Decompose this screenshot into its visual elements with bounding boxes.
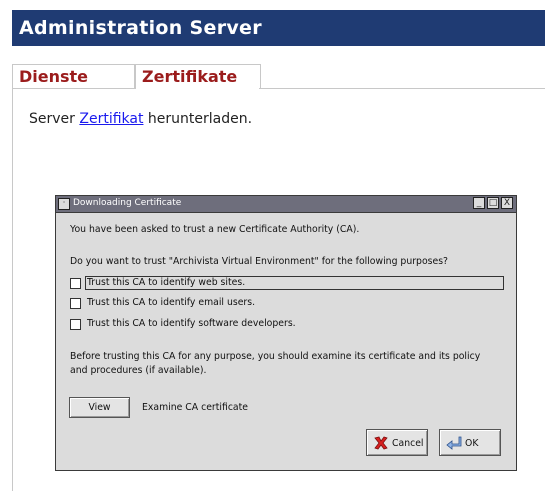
close-icon[interactable]: X xyxy=(501,197,513,209)
trust-email-checkbox[interactable] xyxy=(70,298,81,309)
dialog-note-line2: and procedures (if available). xyxy=(70,365,207,376)
tab-divider xyxy=(12,88,134,89)
trust-websites-label[interactable]: Trust this CA to identify web sites. xyxy=(87,277,245,288)
dialog-titlebar[interactable]: · Downloading Certificate _ □ X xyxy=(56,196,516,213)
view-caption: Examine CA certificate xyxy=(142,402,248,413)
tab-dienste-label: Dienste xyxy=(19,67,89,86)
dialog-title: Downloading Certificate xyxy=(73,198,182,208)
maximize-icon[interactable]: □ xyxy=(487,197,499,209)
cancel-x-icon xyxy=(374,436,388,450)
trust-software-label[interactable]: Trust this CA to identify software devel… xyxy=(87,318,296,329)
tab-divider-right xyxy=(259,88,545,89)
enter-arrow-icon xyxy=(446,436,462,450)
trust-software-checkbox[interactable] xyxy=(70,319,81,330)
trust-websites-checkbox[interactable] xyxy=(70,278,81,289)
cancel-button-label: Cancel xyxy=(392,438,424,449)
cancel-button[interactable]: Cancel xyxy=(366,429,428,456)
ok-button-label: OK xyxy=(465,438,479,449)
view-button[interactable]: View xyxy=(69,397,130,418)
tab-zertifikate-label: Zertifikate xyxy=(142,67,238,86)
app-header: Administration Server xyxy=(12,10,545,46)
ok-button[interactable]: OK xyxy=(439,429,501,456)
dialog-note-line1: Before trusting this CA for any purpose,… xyxy=(70,351,481,362)
dialog-intro: You have been asked to trust a new Certi… xyxy=(70,224,360,235)
tab-dienste[interactable]: Dienste xyxy=(12,64,135,89)
content-border xyxy=(12,88,13,491)
view-button-label: View xyxy=(88,402,111,413)
download-certificate-dialog: · Downloading Certificate _ □ X You have… xyxy=(55,195,517,471)
zertifikat-link[interactable]: Zertifikat xyxy=(79,111,143,127)
trust-email-label[interactable]: Trust this CA to identify email users. xyxy=(87,297,255,308)
download-text: Server Zertifikat herunterladen. xyxy=(29,111,252,127)
download-suffix: herunterladen. xyxy=(143,111,253,127)
window-menu-icon[interactable]: · xyxy=(58,198,70,210)
tab-zertifikate[interactable]: Zertifikate xyxy=(135,64,261,89)
download-prefix: Server xyxy=(29,111,80,127)
minimize-icon[interactable]: _ xyxy=(473,197,485,209)
app-title: Administration Server xyxy=(19,17,262,39)
dialog-question: Do you want to trust "Archivista Virtual… xyxy=(70,256,448,267)
